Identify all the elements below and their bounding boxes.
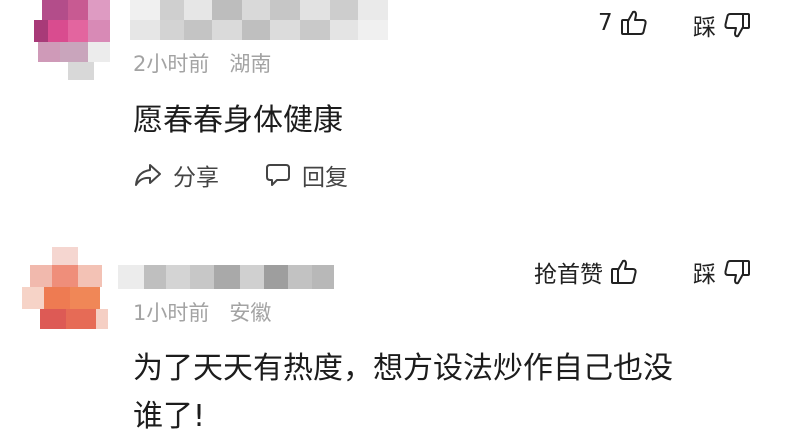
- username[interactable]: [130, 0, 390, 40]
- comment-meta: 2小时前 湖南: [133, 48, 271, 78]
- thumbs-up-icon: [619, 8, 649, 38]
- share-arrow-icon: [133, 161, 163, 189]
- speech-bubble-icon: [264, 161, 292, 189]
- username[interactable]: [118, 265, 334, 289]
- share-label: 分享: [173, 165, 219, 191]
- avatar[interactable]: [34, 0, 124, 80]
- thumbs-down-icon: [722, 257, 752, 287]
- comment-time: 1小时前: [133, 301, 210, 325]
- like-button[interactable]: 抢首赞: [534, 255, 639, 289]
- thumbs-down-icon: [722, 10, 752, 40]
- comment-time: 2小时前: [133, 52, 210, 76]
- comment-actions: 分享 回复: [133, 158, 348, 192]
- dislike-label: 踩: [693, 262, 716, 288]
- share-button[interactable]: 分享: [133, 158, 219, 192]
- comment-location: 湖南: [229, 52, 272, 76]
- dislike-button[interactable]: 踩: [693, 8, 752, 42]
- avatar[interactable]: [22, 247, 112, 329]
- comment-location: 安徽: [229, 301, 272, 325]
- thumbs-up-icon: [609, 257, 639, 287]
- comment-text: 愿春春身体健康: [133, 103, 343, 138]
- comment-item: 抢首赞 踩 1小时前 安徽 为了天天有热度，想方设法炒作自己也没 谁了!: [0, 215, 800, 434]
- like-count: 7: [598, 10, 613, 36]
- dislike-label: 踩: [693, 15, 716, 41]
- comment-item: 7 踩 2小时前 湖南 愿春春身体健康 分享 回复: [0, 0, 800, 215]
- dislike-button[interactable]: 踩: [693, 255, 752, 289]
- comment-meta: 1小时前 安徽: [133, 297, 271, 327]
- reply-button[interactable]: 回复: [264, 158, 348, 192]
- like-button[interactable]: 7: [598, 8, 649, 38]
- comment-text-line-1: 为了天天有热度，想方设法炒作自己也没: [133, 351, 673, 386]
- comment-text-line-2: 谁了!: [133, 399, 206, 434]
- like-label: 抢首赞: [534, 262, 603, 288]
- reply-label: 回复: [302, 165, 348, 191]
